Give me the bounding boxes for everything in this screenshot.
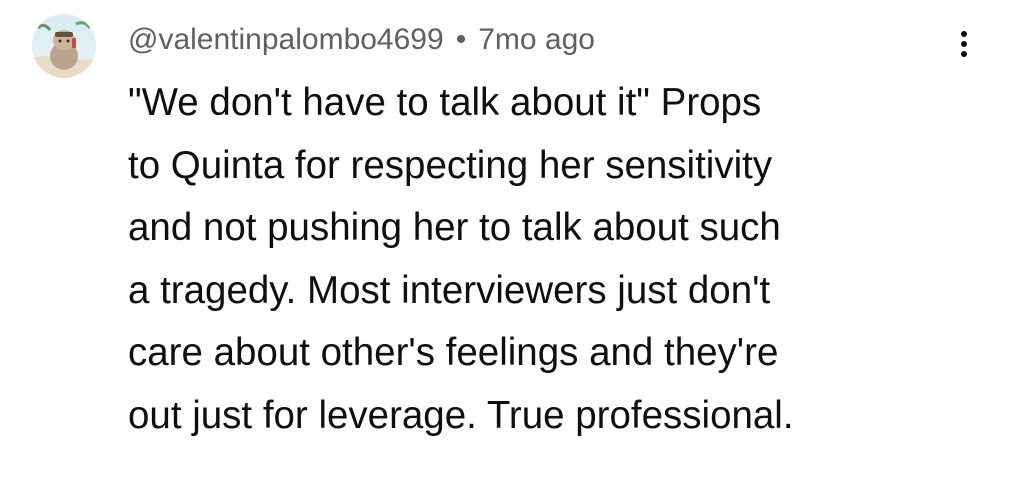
- comment-text: "We don't have to talk about it" Props t…: [128, 81, 794, 437]
- comment-item: @valentinpalombo4699 • 7mo ago "We don't…: [0, 0, 1024, 496]
- comment-timestamp[interactable]: 7mo ago: [478, 23, 595, 57]
- avatar[interactable]: [32, 14, 96, 78]
- more-vertical-icon: [961, 31, 967, 57]
- comment-header: @valentinpalombo4699 • 7mo ago: [128, 18, 595, 62]
- avatar-image: [32, 14, 96, 78]
- author-handle[interactable]: @valentinpalombo4699: [128, 23, 444, 57]
- more-options-button[interactable]: [944, 24, 984, 64]
- meta-separator: •: [455, 23, 467, 56]
